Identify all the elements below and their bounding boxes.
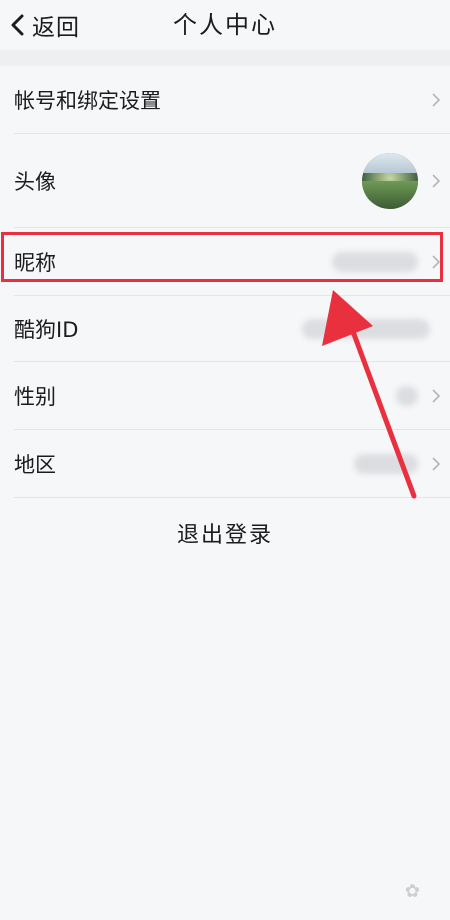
row-label: 地区 <box>14 453 56 477</box>
settings-list: 帐号和绑定设置 头像 昵称 酷狗ID 性别 地区 <box>0 66 450 498</box>
row-label: 性别 <box>14 385 56 409</box>
avatar-sky <box>362 153 418 173</box>
chevron-right-icon <box>432 389 441 403</box>
row-label: 酷狗ID <box>14 318 79 342</box>
highlight-box <box>1 232 443 282</box>
row-kugou-id: 酷狗ID <box>0 296 450 362</box>
row-gender[interactable]: 性别 <box>0 362 450 430</box>
chevron-right-icon <box>432 174 441 188</box>
avatar-grass <box>362 181 418 209</box>
divider <box>14 497 450 498</box>
blurred-id-value <box>302 319 430 339</box>
row-label: 帐号和绑定设置 <box>14 89 161 113</box>
row-account-binding[interactable]: 帐号和绑定设置 <box>0 66 450 134</box>
blurred-region-value <box>354 454 418 474</box>
chevron-right-icon <box>432 93 441 107</box>
blurred-gender-value <box>396 386 418 406</box>
row-region[interactable]: 地区 <box>0 430 450 498</box>
watermark-logo: ✿ <box>404 881 420 902</box>
top-nav-bar: 返回 个人中心 <box>0 0 450 50</box>
logout-button[interactable]: 退出登录 <box>0 514 450 558</box>
avatar <box>362 153 418 209</box>
row-label: 头像 <box>14 170 56 194</box>
chevron-right-icon <box>432 457 441 471</box>
section-gap <box>0 50 450 66</box>
row-avatar[interactable]: 头像 <box>0 134 450 228</box>
page-title: 个人中心 <box>173 11 277 39</box>
